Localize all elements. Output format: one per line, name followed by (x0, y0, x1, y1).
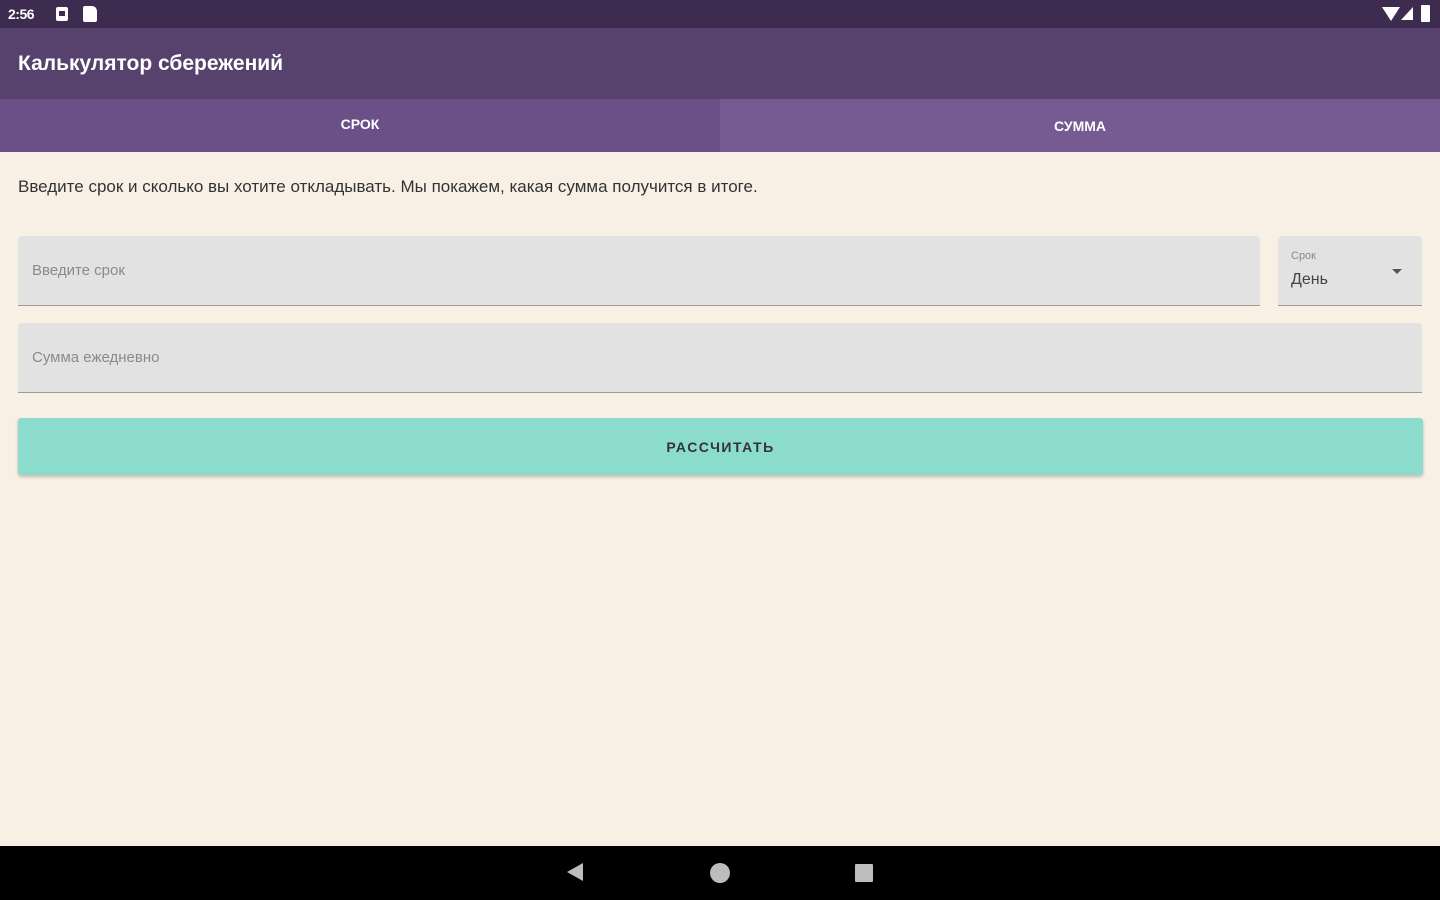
status-bar: 2:56 (0, 0, 1440, 28)
status-time: 2:56 (8, 6, 35, 22)
period-select-label: Срок (1291, 250, 1316, 262)
navigation-bar (0, 846, 1440, 900)
home-icon[interactable] (710, 863, 730, 883)
sum-input[interactable] (18, 323, 1422, 392)
period-select[interactable]: Срок День (1278, 236, 1422, 306)
tab-sum[interactable]: СУММА (720, 99, 1440, 152)
tab-bar: СРОК СУММА (0, 99, 1440, 152)
dropdown-arrow-icon (1392, 269, 1402, 274)
term-field[interactable] (18, 236, 1260, 306)
cell-signal-icon (1401, 7, 1413, 20)
recents-icon[interactable] (855, 864, 873, 882)
notification-icon (56, 7, 68, 21)
battery-icon (1421, 5, 1430, 22)
term-input[interactable] (18, 236, 1260, 305)
back-icon[interactable] (567, 863, 583, 881)
calculate-button[interactable]: РАССЧИТАТЬ (18, 418, 1423, 475)
tab-term[interactable]: СРОК (0, 99, 720, 152)
app-title: Калькулятор сбережений (18, 52, 284, 75)
description-text: Введите срок и сколько вы хотите отклады… (18, 177, 758, 196)
wifi-icon (1382, 7, 1400, 21)
app-bar: Калькулятор сбережений (0, 28, 1440, 99)
period-select-value: День (1291, 271, 1328, 288)
sd-card-icon (83, 6, 97, 22)
sum-field[interactable] (18, 323, 1422, 393)
